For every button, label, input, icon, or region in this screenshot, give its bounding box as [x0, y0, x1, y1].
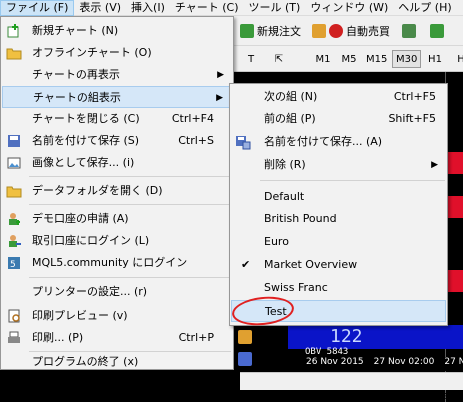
image-save-icon [6, 155, 22, 171]
menu-bar: ファイル (F) 表示 (V) 挿入(I) チャート (C) ツール (T) ウ… [0, 0, 463, 16]
menu-insert[interactable]: 挿入(I) [126, 0, 170, 16]
menu-item-login-account[interactable]: 取引口座にログイン (L) [2, 230, 232, 252]
submenu-item-profile-swiss-franc[interactable]: Swiss Franc [231, 277, 446, 299]
menu-help[interactable]: ヘルプ (H) [393, 0, 456, 16]
menu-window[interactable]: ウィンドウ (W) [305, 0, 393, 16]
date-tick: 26 Nov 2015 [306, 357, 364, 367]
folder-icon [6, 45, 22, 61]
auto-trade-icon [329, 24, 343, 38]
menu-item-open-data-folder[interactable]: データフォルダを開く (D) [2, 180, 232, 202]
copyright-text: (C) http://www.sakuranpost.net [281, 389, 453, 402]
menu-separator [29, 277, 231, 278]
menu-item-print[interactable]: 印刷... (P) Ctrl+P [2, 327, 232, 349]
tf-m15[interactable]: M15 [362, 50, 391, 68]
candle-chart-button[interactable] [430, 20, 444, 42]
candle-chart-icon [430, 24, 444, 38]
chart-tabs-bar [240, 372, 463, 390]
svg-text:5: 5 [10, 260, 16, 270]
submenu-item-profile-market-overview[interactable]: ✔ Market Overview [231, 254, 446, 276]
menu-chart[interactable]: チャート (C) [170, 0, 244, 16]
menu-file[interactable]: ファイル (F) [0, 0, 75, 16]
submenu-item-prev-profile[interactable]: 前の組 (P) Shift+F5 [231, 108, 446, 130]
checkmark-icon: ✔ [241, 258, 251, 271]
submenu-arrow-icon: ▶ [217, 70, 224, 80]
submenu-item-profile-british-pound[interactable]: British Pound [231, 208, 446, 230]
login-icon [6, 233, 22, 249]
submenu-arrow-icon: ▶ [431, 160, 438, 170]
tf-m30[interactable]: M30 [392, 50, 422, 68]
date-tick: 27 Nov 2 [444, 357, 463, 367]
menu-item-new-chart[interactable]: 新規チャート (N) [2, 20, 232, 42]
menu-item-demo-account[interactable]: デモ口座の申請 (A) [2, 208, 232, 230]
mql5-icon: 5 [6, 255, 22, 271]
menu-item-print-preview[interactable]: 印刷プレビュー (v) [2, 305, 232, 327]
menu-item-mql5-login[interactable]: 5 MQL5.community にログイン [2, 252, 232, 274]
menu-item-printer-setup[interactable]: プリンターの設定... (r) [2, 281, 232, 303]
price-readout: 122 [330, 326, 363, 347]
save-profile-icon [235, 134, 251, 150]
chart-window-icon [238, 330, 252, 344]
new-order-button[interactable]: 新規注文 [240, 20, 301, 42]
menu-item-close-chart[interactable]: チャートを閉じる (C) Ctrl+F4 [2, 108, 232, 130]
submenu-item-profile-euro[interactable]: Euro [231, 231, 446, 253]
bar-chart-button[interactable] [402, 20, 416, 42]
date-axis: 26 Nov 2015 27 Nov 02:00 27 Nov 2 [288, 357, 463, 371]
menu-item-save-as[interactable]: 名前を付けて保存 (S) Ctrl+S [2, 130, 232, 152]
print-preview-icon [6, 308, 22, 324]
arrows-tool-button[interactable]: ⇱ [266, 50, 292, 68]
bar-chart-icon [402, 24, 416, 38]
tf-m5[interactable]: M5 [336, 50, 362, 68]
menu-item-profiles[interactable]: チャートの組表示 ▶ [2, 86, 232, 108]
save-icon [6, 133, 22, 149]
file-menu: 新規チャート (N) オフラインチャート (O) チャートの再表示 ▶ チャート… [0, 16, 234, 370]
date-tick: 27 Nov 02:00 [373, 357, 435, 367]
price-marker-red-3 [447, 270, 463, 292]
submenu-item-profile-default[interactable]: Default [231, 186, 446, 208]
menu-tools[interactable]: ツール (T) [244, 0, 306, 16]
menu-item-exit[interactable]: プログラムの終了 (x) [2, 354, 232, 370]
submenu-arrow-icon: ▶ [216, 93, 223, 103]
chart-price-panel: 122 [288, 325, 463, 349]
data-folder-icon [6, 183, 22, 199]
auto-trade-button[interactable]: 自動売買 [312, 20, 390, 42]
submenu-item-next-profile[interactable]: 次の組 (N) Ctrl+F5 [231, 86, 446, 108]
price-marker-red [447, 152, 463, 174]
print-icon [6, 330, 22, 346]
auto-trade-label: 自動売買 [346, 25, 390, 38]
menu-separator [29, 204, 231, 205]
menu-separator [29, 351, 231, 352]
menu-view[interactable]: 表示 (V) [74, 0, 126, 16]
menu-separator [260, 180, 445, 181]
obv-indicator-label: OBV 5843 [305, 347, 349, 357]
demo-account-icon [6, 211, 22, 227]
chart-window-icon-2 [238, 352, 252, 366]
menu-item-offline-chart[interactable]: オフラインチャート (O) [2, 42, 232, 64]
new-chart-icon [6, 23, 22, 39]
submenu-item-delete[interactable]: 削除 (R) ▶ [231, 154, 446, 176]
price-marker-red-2 [447, 196, 463, 218]
menu-item-refresh-chart[interactable]: チャートの再表示 ▶ [2, 64, 232, 86]
text-tool-button[interactable]: T [238, 50, 264, 68]
expert-icon [312, 24, 326, 38]
menu-separator [29, 176, 231, 177]
tf-m1[interactable]: M1 [310, 50, 336, 68]
menu-item-save-image[interactable]: 画像として保存... (i) [2, 152, 232, 174]
tf-h1[interactable]: H1 [422, 50, 448, 68]
submenu-item-save-profile[interactable]: 名前を付けて保存... (A) [231, 131, 446, 153]
profiles-submenu: 次の組 (N) Ctrl+F5 前の組 (P) Shift+F5 名前を付けて保… [229, 83, 448, 326]
tf-h4[interactable]: H [448, 50, 463, 68]
new-order-icon [240, 24, 254, 38]
new-order-label: 新規注文 [257, 25, 301, 38]
